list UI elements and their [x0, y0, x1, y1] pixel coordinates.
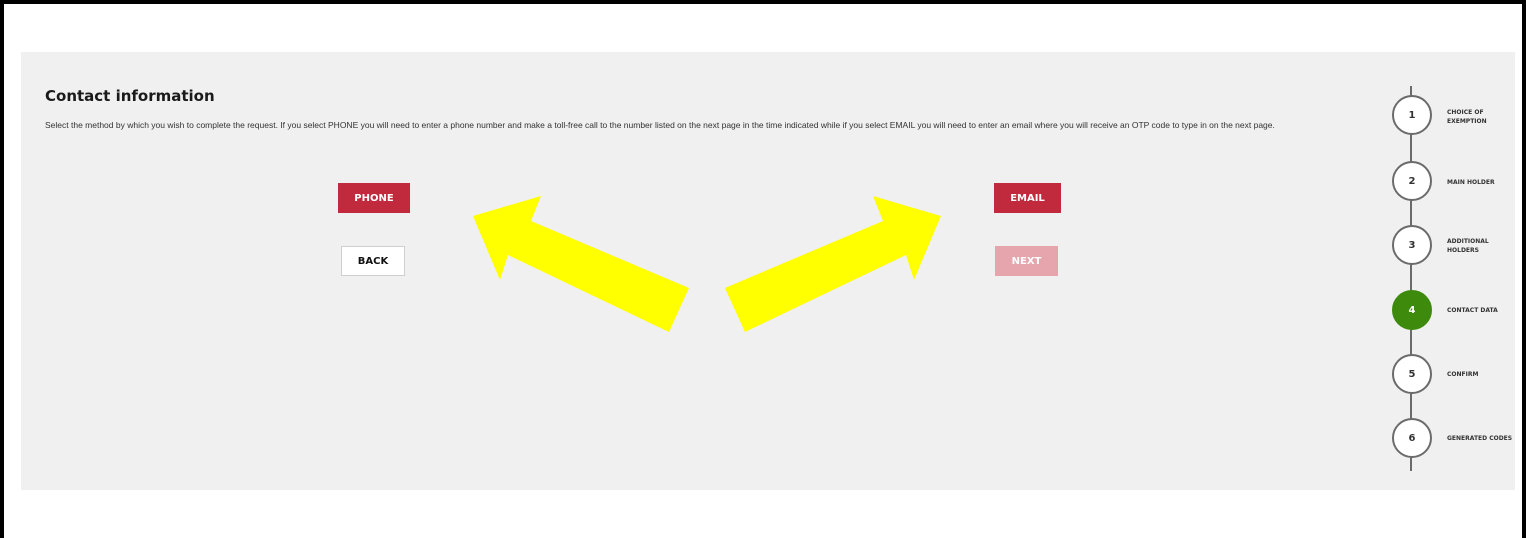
step-circle: 6 — [1392, 418, 1432, 458]
step-6: 6 — [1392, 418, 1436, 482]
step-2: 2 — [1392, 161, 1436, 225]
step-circle: 1 — [1392, 95, 1432, 135]
phone-button[interactable]: PHONE — [338, 183, 410, 213]
step-label-2: MAIN HOLDER — [1447, 179, 1495, 186]
arrow-right-icon — [725, 196, 941, 332]
step-circle: 5 — [1392, 354, 1432, 394]
next-button[interactable]: NEXT — [995, 246, 1058, 276]
annotation-arrows — [473, 196, 941, 332]
step-5: 5 — [1392, 354, 1436, 418]
step-label-4: CONTACT DATA — [1447, 307, 1498, 314]
step-label-1: CHOICE OF EXEMPTION — [1447, 109, 1487, 125]
step-label-5: CONFIRM — [1447, 371, 1479, 378]
step-3: 3 — [1392, 225, 1436, 289]
step-4: 4 — [1392, 290, 1436, 354]
step-circle: 2 — [1392, 161, 1432, 201]
back-button[interactable]: BACK — [341, 246, 405, 276]
step-circle-active: 4 — [1392, 290, 1432, 330]
step-circle: 3 — [1392, 225, 1432, 265]
contact-method-panel: Contact information Select the method by… — [21, 52, 1515, 490]
step-label-6: GENERATED CODES — [1447, 435, 1513, 442]
instructions-text: Select the method by which you wish to c… — [45, 120, 1275, 130]
screenshot-frame: Contact information Select the method by… — [0, 0, 1526, 538]
step-label-3: ADDITIONAL HOLDERS — [1447, 238, 1489, 254]
arrow-left-icon — [473, 196, 689, 332]
email-button[interactable]: EMAIL — [994, 183, 1061, 213]
step-1: 1 — [1392, 95, 1436, 159]
page-title: Contact information — [45, 87, 215, 105]
